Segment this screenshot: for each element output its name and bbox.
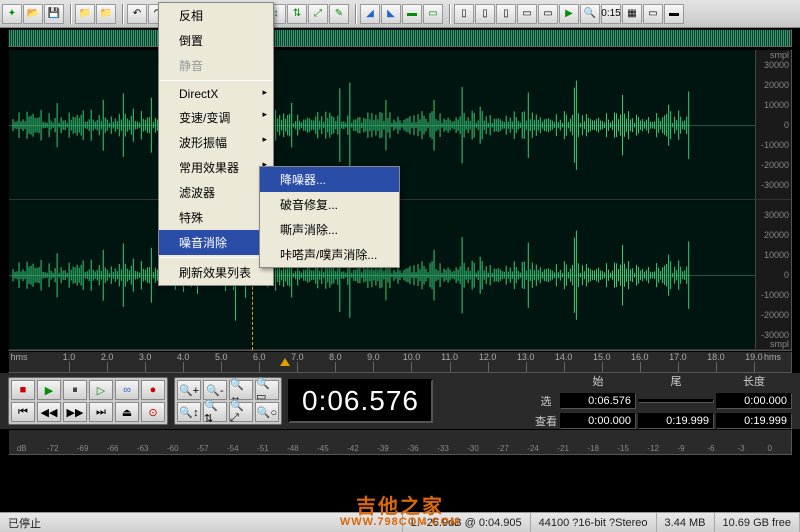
tool-e3[interactable]: ⤢ bbox=[308, 4, 328, 24]
selection-grid: 始 尾 长度 选 0:06.576 0:00.000 查看 0:00.000 0… bbox=[534, 372, 792, 430]
zoom-reset-button[interactable]: 🔍○ bbox=[255, 402, 279, 422]
zoom-controls: 🔍+ 🔍- 🔍↔ 🔍▭ 🔍↕ 🔍⇅ 🔍⤢ 🔍○ bbox=[174, 377, 282, 425]
tool-save[interactable]: 💾 bbox=[44, 4, 64, 24]
zoom-v-out-button[interactable]: 🔍⇅ bbox=[203, 402, 227, 422]
menu-item[interactable]: 常用效果器 bbox=[159, 155, 273, 180]
tool-time[interactable]: 0:15 bbox=[601, 4, 621, 24]
tool-e4[interactable]: ✎ bbox=[329, 4, 349, 24]
zoom-v-fit-button[interactable]: 🔍⤢ bbox=[229, 402, 253, 422]
tool-v1[interactable]: ▯ bbox=[454, 4, 474, 24]
loop-button[interactable]: ∞ bbox=[115, 380, 139, 400]
zoom-fit-button[interactable]: 🔍↔ bbox=[229, 380, 253, 400]
play-sel-button[interactable]: ▷ bbox=[89, 380, 113, 400]
tool-win[interactable]: ▭ bbox=[643, 4, 663, 24]
rewind-button[interactable]: ◀◀ bbox=[37, 402, 61, 422]
rewind-full-button[interactable]: ⏮ bbox=[11, 402, 35, 422]
menu-item[interactable]: 刷新效果列表 bbox=[159, 260, 273, 285]
status-bar: 已停止 L: -26.9dB @ 0:04.905 44100 ?16-bit … bbox=[0, 512, 800, 532]
sel-end[interactable] bbox=[638, 399, 714, 403]
tool-v4[interactable]: ▭ bbox=[517, 4, 537, 24]
menu-item[interactable]: 变速/变调 bbox=[159, 105, 273, 130]
status-format: 44100 ?16-bit ?Stereo bbox=[531, 513, 657, 532]
time-marker[interactable] bbox=[280, 358, 290, 366]
view-start[interactable]: 0:00.000 bbox=[560, 413, 636, 429]
menu-item[interactable]: DirectX bbox=[159, 83, 273, 105]
tool-close[interactable]: ▬ bbox=[664, 4, 684, 24]
status-free: 10.69 GB free bbox=[715, 513, 800, 532]
zoom-v-in-button[interactable]: 🔍↕ bbox=[177, 402, 201, 422]
submenu-item[interactable]: 降噪器... bbox=[260, 167, 399, 192]
zoom-out-button[interactable]: 🔍- bbox=[203, 380, 227, 400]
amp-ruler-right: 30000 20000 10000 0 -10000 -20000 -30000… bbox=[755, 200, 791, 349]
stop-button[interactable]: ■ bbox=[11, 380, 35, 400]
status-lr: L: -26.9dB @ 0:04.905 bbox=[403, 513, 531, 532]
sel-start[interactable]: 0:06.576 bbox=[560, 393, 636, 409]
transport-controls: ■ ▶ ⏸ ▷ ∞ ● ⏮ ◀◀ ▶▶ ⏭ ⏏ ⊙ bbox=[8, 377, 168, 425]
menu-item[interactable]: 反相 bbox=[159, 3, 273, 28]
tool-undo[interactable]: ↶ bbox=[127, 4, 147, 24]
tool-grid[interactable]: ▦ bbox=[622, 4, 642, 24]
tool-folder1[interactable]: 📁 bbox=[75, 4, 95, 24]
tool-f3[interactable]: ▬ bbox=[402, 4, 422, 24]
level-meter: dB-72-69-66-63-60-57-54-51-48-45-42-39-3… bbox=[8, 429, 792, 455]
effects-menu[interactable]: 反相倒置静音 DirectX变速/变调波形振幅常用效果器滤波器特殊噪音消除刷新效果… bbox=[158, 2, 274, 286]
menu-item[interactable]: 波形振幅 bbox=[159, 130, 273, 155]
status-state: 已停止 bbox=[0, 513, 403, 532]
tool-f2[interactable]: ◣ bbox=[381, 4, 401, 24]
transport-panel: ■ ▶ ⏸ ▷ ∞ ● ⏮ ◀◀ ▶▶ ⏭ ⏏ ⊙ 🔍+ 🔍- 🔍↔ 🔍▭ 🔍↕… bbox=[0, 373, 800, 429]
play-button[interactable]: ▶ bbox=[37, 380, 61, 400]
main-toolbar: ✦📂💾 📁📁 ↶↷ ▦⎘✂📋 ↕⇅⤢✎ ◢◣▬▭ ▯▯▯▭▭▶🔍0:15▦▭▬ bbox=[0, 0, 800, 28]
submenu-item[interactable]: 咔嗒声/噗声消除... bbox=[260, 242, 399, 267]
overview-strip[interactable] bbox=[8, 29, 792, 47]
tool-zoom[interactable]: 🔍 bbox=[580, 4, 600, 24]
forward-button[interactable]: ▶▶ bbox=[63, 402, 87, 422]
time-ruler[interactable]: hms hms 1.02.03.04.05.06.07.08.09.010.01… bbox=[8, 351, 792, 373]
zoom-in-button[interactable]: 🔍+ bbox=[177, 380, 201, 400]
time-display: 0:06.576 bbox=[288, 379, 433, 423]
menu-item[interactable]: 倒置 bbox=[159, 28, 273, 53]
tool-v3[interactable]: ▯ bbox=[496, 4, 516, 24]
tool-f4[interactable]: ▭ bbox=[423, 4, 443, 24]
status-size: 3.44 MB bbox=[657, 513, 715, 532]
tool-v5[interactable]: ▭ bbox=[538, 4, 558, 24]
zoom-sel-button[interactable]: 🔍▭ bbox=[255, 380, 279, 400]
tool-open[interactable]: 📂 bbox=[23, 4, 43, 24]
tool-new[interactable]: ✦ bbox=[2, 4, 22, 24]
menu-item[interactable]: 噪音消除 bbox=[159, 230, 273, 255]
submenu-item[interactable]: 破音修复... bbox=[260, 192, 399, 217]
pause-button[interactable]: ⏸ bbox=[63, 380, 87, 400]
tool-play[interactable]: ▶ bbox=[559, 4, 579, 24]
eject-button[interactable]: ⏏ bbox=[115, 402, 139, 422]
amp-ruler-left: smpl 30000 20000 10000 0 -10000 -20000 -… bbox=[755, 50, 791, 199]
forward-full-button[interactable]: ⏭ bbox=[89, 402, 113, 422]
record-button[interactable]: ● bbox=[141, 380, 165, 400]
tool-folder2[interactable]: 📁 bbox=[96, 4, 116, 24]
tool-e2[interactable]: ⇅ bbox=[287, 4, 307, 24]
tool-f1[interactable]: ◢ bbox=[360, 4, 380, 24]
sel-length[interactable]: 0:00.000 bbox=[716, 393, 792, 409]
view-length[interactable]: 0:19.999 bbox=[716, 413, 792, 429]
submenu-item[interactable]: 嘶声消除... bbox=[260, 217, 399, 242]
view-end[interactable]: 0:19.999 bbox=[638, 413, 714, 429]
record-stop-button[interactable]: ⊙ bbox=[141, 402, 165, 422]
tool-v2[interactable]: ▯ bbox=[475, 4, 495, 24]
noise-submenu[interactable]: 降噪器...破音修复...嘶声消除...咔嗒声/噗声消除... bbox=[259, 166, 400, 268]
menu-item[interactable]: 特殊 bbox=[159, 205, 273, 230]
menu-item[interactable]: 静音 bbox=[159, 53, 273, 78]
menu-item[interactable]: 滤波器 bbox=[159, 180, 273, 205]
